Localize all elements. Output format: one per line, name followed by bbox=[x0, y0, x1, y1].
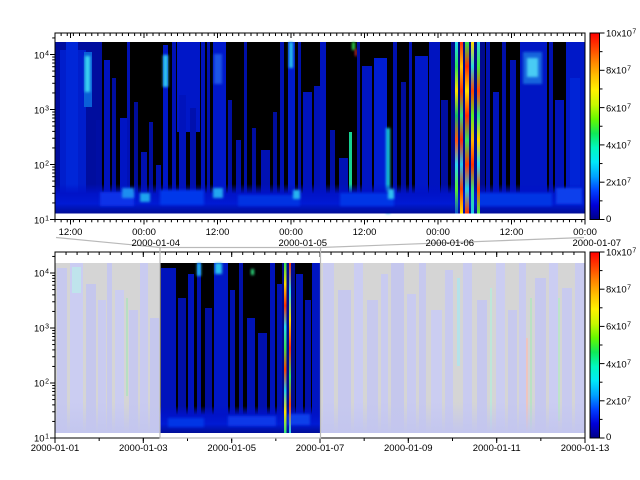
burst-strip bbox=[471, 42, 474, 214]
burst-strip bbox=[465, 42, 469, 214]
heatmap-feature bbox=[251, 269, 254, 275]
heatmap-feature bbox=[55, 402, 160, 433]
heatmap-feature bbox=[168, 418, 204, 427]
colorbar-bottom bbox=[590, 252, 600, 438]
heatmap-feature bbox=[321, 402, 586, 433]
heatmap-feature bbox=[352, 42, 355, 50]
heatmap-feature bbox=[160, 190, 204, 205]
burst-strip bbox=[455, 42, 458, 214]
heatmap-feature bbox=[197, 263, 201, 276]
heatmap-feature bbox=[140, 193, 150, 202]
heatmap-feature bbox=[122, 188, 134, 198]
heatmap-feature bbox=[355, 49, 357, 56]
heatmap-feature bbox=[340, 193, 394, 206]
colorbar-top bbox=[590, 33, 600, 220]
heatmap-feature bbox=[214, 54, 222, 84]
heatmap-feature bbox=[163, 55, 168, 87]
heatmap-feature bbox=[478, 193, 552, 206]
heatmap-feature bbox=[457, 278, 460, 366]
burst-strip bbox=[477, 42, 480, 214]
heatmap-feature bbox=[556, 188, 582, 204]
heatmap-feature bbox=[228, 416, 276, 426]
spectrogram-figure: 12:0000:0012:0000:0012:0000:0012:0000:00… bbox=[0, 0, 640, 480]
heatmap-feature bbox=[388, 189, 394, 199]
zoom-connector-right-line bbox=[321, 238, 585, 248]
heatmap-feature bbox=[293, 190, 300, 199]
heatmap-feature bbox=[126, 298, 128, 396]
zoom-connector-left-line bbox=[56, 238, 160, 248]
detail-spectrogram-heatmap bbox=[55, 42, 585, 214]
burst-strip bbox=[460, 42, 463, 214]
heatmap-feature bbox=[215, 263, 222, 274]
plot-canvas bbox=[0, 0, 640, 480]
heatmap-feature bbox=[527, 58, 538, 77]
heatmap-feature bbox=[85, 56, 90, 92]
heatmap-feature bbox=[288, 414, 310, 425]
burst-strip bbox=[289, 263, 291, 433]
heatmap-feature bbox=[213, 188, 223, 198]
heatmap-feature bbox=[238, 195, 300, 206]
burst-strip bbox=[284, 263, 287, 433]
heatmap-feature bbox=[72, 267, 81, 293]
heatmap-feature bbox=[289, 42, 293, 68]
